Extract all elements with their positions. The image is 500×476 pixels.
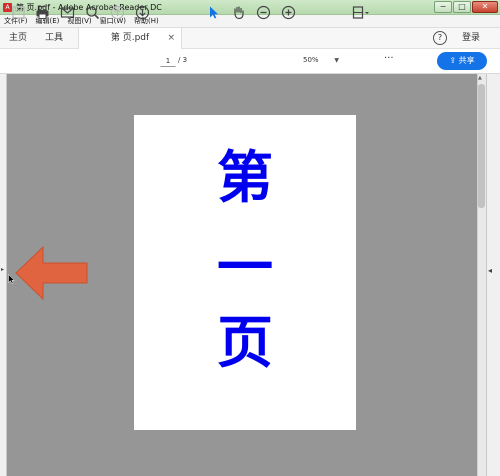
tab-tools[interactable]: 工具 [36, 28, 72, 49]
help-icon[interactable]: ? [433, 31, 447, 45]
page-text-char-1: 第 [217, 145, 273, 211]
window-titlebar: A 第 页.pdf - Adobe Acrobat Reader DC − □ … [0, 0, 500, 15]
hand-icon[interactable] [231, 5, 246, 20]
share-icon: ⇪ [449, 56, 459, 65]
tab-document-label: 第 页.pdf [110, 32, 150, 43]
page-number-input[interactable]: 1 [160, 54, 176, 67]
tab-bar: 主页 工具 第 页.pdf × [0, 27, 500, 49]
left-panel-collapsed[interactable] [0, 74, 7, 476]
page-text-char-3: 页 [217, 310, 273, 376]
print-icon[interactable] [35, 5, 50, 20]
save-icon[interactable] [11, 5, 26, 20]
more-tools-icon[interactable]: ··· [384, 53, 394, 68]
zoom-value: 50% [303, 56, 319, 64]
pdf-page: 第 一 页 [134, 115, 356, 430]
share-label: 共享 [458, 56, 475, 65]
toolbar [0, 49, 500, 74]
menu-bar: 文件(F) 编辑(E) 视图(V) 窗口(W) 帮助(H) [0, 15, 500, 28]
email-icon[interactable] [60, 5, 75, 20]
share-button[interactable]: ⇪ 共享 [437, 52, 487, 70]
right-panel-collapsed[interactable] [486, 74, 500, 476]
close-window-button[interactable]: ✕ [472, 1, 498, 13]
scroll-up-arrow-icon[interactable]: ▲ [478, 75, 482, 81]
tab-close-icon[interactable]: × [167, 28, 175, 49]
zoom-out-icon[interactable] [256, 5, 271, 20]
zoom-select[interactable]: 50% ▼ [303, 54, 341, 67]
tab-home[interactable]: 主页 [0, 28, 36, 49]
select-cursor-icon[interactable] [206, 5, 221, 20]
chevron-right-icon[interactable]: ▸ [1, 266, 4, 273]
scrollbar-thumb[interactable] [478, 84, 485, 208]
fit-page-icon[interactable] [352, 5, 370, 20]
red-left-arrow-icon [15, 245, 88, 301]
minimize-button[interactable]: − [434, 1, 452, 13]
mouse-cursor-icon [8, 274, 15, 284]
page-total: / 3 [178, 56, 188, 64]
prev-page-icon[interactable] [110, 5, 125, 20]
tab-document[interactable]: 第 页.pdf × [78, 27, 183, 49]
search-icon[interactable] [85, 5, 100, 20]
chevron-down-icon: ▼ [334, 57, 339, 64]
maximize-button[interactable]: □ [453, 1, 471, 13]
page-text-char-2: 一 [217, 235, 273, 301]
window-controls: − □ ✕ [434, 1, 498, 13]
chevron-left-icon[interactable]: ◂ [488, 266, 492, 275]
next-page-icon[interactable] [135, 5, 150, 20]
login-link[interactable]: 登录 [462, 28, 480, 49]
zoom-in-icon[interactable] [281, 5, 296, 20]
